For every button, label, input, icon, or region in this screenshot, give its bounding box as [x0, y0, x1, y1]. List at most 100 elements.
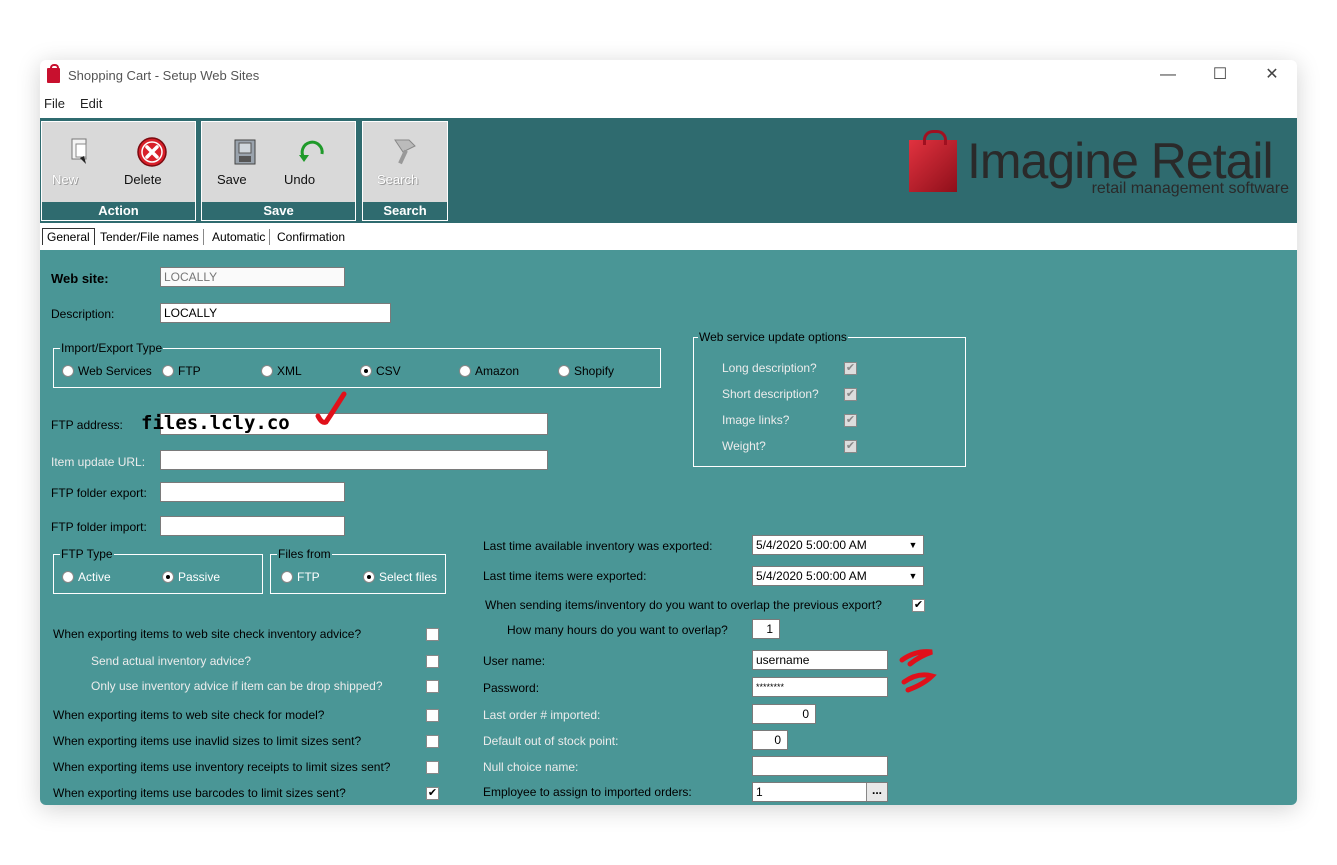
inventory-receipts-label: When exporting items use inventory recei… [53, 760, 391, 774]
toolbar-caption-save: Save [202, 202, 355, 220]
last-order-field[interactable]: 0 [752, 704, 816, 724]
overlap-checkbox[interactable]: ✔ [912, 599, 925, 612]
barcodes-label: When exporting items use barcodes to lim… [53, 786, 346, 800]
radio-active-label: Active [78, 570, 111, 584]
files-from-title: Files from [277, 547, 332, 561]
ftp-folder-export-field[interactable] [160, 482, 345, 502]
new-button[interactable]: New [52, 130, 108, 190]
employee-browse-button[interactable]: ... [866, 783, 887, 801]
description-field[interactable]: LOCALLY [160, 303, 391, 323]
short-description-label: Short description? [722, 387, 819, 401]
new-label: New [52, 172, 79, 187]
weight-checkbox[interactable]: ✔ [844, 440, 857, 453]
logo-bag-icon [909, 130, 957, 192]
password-field[interactable]: ******** [752, 677, 888, 697]
ftp-folder-export-label: FTP folder export: [51, 486, 147, 500]
delete-icon [137, 137, 167, 167]
radio-passive[interactable]: Passive [162, 570, 220, 584]
radio-files-ftp[interactable]: FTP [281, 570, 320, 584]
drop-shipped-checkbox[interactable] [426, 680, 439, 693]
menu-edit[interactable]: Edit [80, 96, 102, 111]
radio-shopify-label: Shopify [574, 364, 615, 378]
tab-tender-file-names[interactable]: Tender/File names [96, 229, 204, 245]
web-site-label: Web site: [51, 271, 109, 286]
radio-csv-label: CSV [376, 364, 401, 378]
long-description-checkbox[interactable]: ✔ [844, 362, 857, 375]
inventory-receipts-checkbox[interactable] [426, 761, 439, 774]
last-inventory-export-combo[interactable]: 5/4/2020 5:00:00 AM ▼ [752, 535, 924, 555]
radio-web-services-label: Web Services [78, 364, 152, 378]
ftp-folder-import-field[interactable] [160, 516, 345, 536]
red-check-annotation [315, 391, 347, 425]
toolbar-caption-search: Search [363, 202, 447, 220]
undo-label: Undo [284, 172, 316, 187]
red-scribble-annotation [899, 649, 933, 667]
new-document-icon [71, 138, 87, 164]
image-links-label: Image links? [722, 413, 790, 427]
send-actual-inventory-checkbox[interactable] [426, 655, 439, 668]
overlap-hours-field[interactable]: 1 [752, 619, 780, 639]
weight-label: Weight? [722, 439, 766, 453]
null-choice-field[interactable] [752, 756, 888, 776]
barcodes-checkbox[interactable]: ✔ [426, 787, 439, 800]
search-icon [394, 139, 416, 165]
invalid-sizes-label: When exporting items use inavlid sizes t… [53, 734, 362, 748]
tab-automatic[interactable]: Automatic [208, 229, 271, 245]
radio-csv[interactable]: CSV [360, 364, 401, 378]
user-name-label: User name: [483, 654, 546, 668]
ftp-type-group: FTP Type Active Passive [53, 547, 263, 594]
radio-passive-label: Passive [178, 570, 221, 584]
radio-csv-indicator [360, 365, 372, 377]
undo-button[interactable]: Undo [284, 130, 340, 190]
web-site-field[interactable]: LOCALLY [160, 267, 345, 287]
radio-shopify[interactable]: Shopify [558, 364, 614, 378]
default-oos-field[interactable]: 0 [752, 730, 788, 750]
last-order-label: Last order # imported: [483, 708, 601, 722]
radio-ftp-label: FTP [178, 364, 201, 378]
radio-web-services[interactable]: Web Services [62, 364, 152, 378]
tab-strip: General Tender/File names Automatic Conf… [40, 226, 1297, 251]
minimize-button[interactable]: — [1148, 64, 1188, 86]
toolbar-group-action: New Delete Action [41, 121, 196, 221]
radio-amazon[interactable]: Amazon [459, 364, 519, 378]
toolbar-caption-action: Action [42, 202, 195, 220]
ftp-type-title: FTP Type [60, 547, 114, 561]
radio-active[interactable]: Active [62, 570, 111, 584]
import-export-type-group: Import/Export Type Web Services FTP XML … [53, 341, 661, 388]
general-tab-panel: Web site: LOCALLY Description: LOCALLY I… [40, 250, 1297, 805]
radio-amazon-indicator [459, 365, 471, 377]
shopping-bag-icon [47, 64, 60, 83]
radio-ftp-indicator [162, 365, 174, 377]
save-button[interactable]: Save [217, 130, 273, 190]
tab-general[interactable]: General [42, 228, 95, 245]
tab-confirmation[interactable]: Confirmation [273, 229, 349, 245]
maximize-button[interactable]: ☐ [1200, 64, 1240, 86]
radio-files-ftp-indicator [281, 571, 293, 583]
check-model-checkbox[interactable] [426, 709, 439, 722]
employee-field[interactable]: 1 ... [752, 782, 888, 802]
image-links-checkbox[interactable]: ✔ [844, 414, 857, 427]
item-update-url-field[interactable] [160, 450, 548, 470]
null-choice-label: Null choice name: [483, 760, 579, 774]
radio-ftp[interactable]: FTP [162, 364, 201, 378]
delete-button[interactable]: Delete [124, 130, 180, 190]
check-model-label: When exporting items to web site check f… [53, 708, 325, 722]
overlap-hours-label: How many hours do you want to overlap? [507, 623, 728, 637]
short-description-checkbox[interactable]: ✔ [844, 388, 857, 401]
invalid-sizes-checkbox[interactable] [426, 735, 439, 748]
close-button[interactable]: ✕ [1252, 64, 1292, 86]
web-service-options-group: Web service update options Long descript… [693, 330, 966, 467]
user-name-field[interactable]: username [752, 650, 888, 670]
search-button[interactable]: Search [377, 130, 433, 190]
last-items-export-value: 5/4/2020 5:00:00 AM [756, 569, 867, 583]
check-inventory-advice-checkbox[interactable] [426, 628, 439, 641]
menu-file[interactable]: File [44, 96, 65, 111]
import-export-type-title: Import/Export Type [60, 341, 164, 355]
last-inventory-export-value: 5/4/2020 5:00:00 AM [756, 538, 867, 552]
radio-xml[interactable]: XML [261, 364, 302, 378]
radio-xml-indicator [261, 365, 273, 377]
last-items-export-combo[interactable]: 5/4/2020 5:00:00 AM ▼ [752, 566, 924, 586]
red-scribble-annotation [901, 672, 937, 693]
radio-select-files[interactable]: Select files [363, 570, 437, 584]
web-service-options-title: Web service update options [698, 330, 848, 344]
